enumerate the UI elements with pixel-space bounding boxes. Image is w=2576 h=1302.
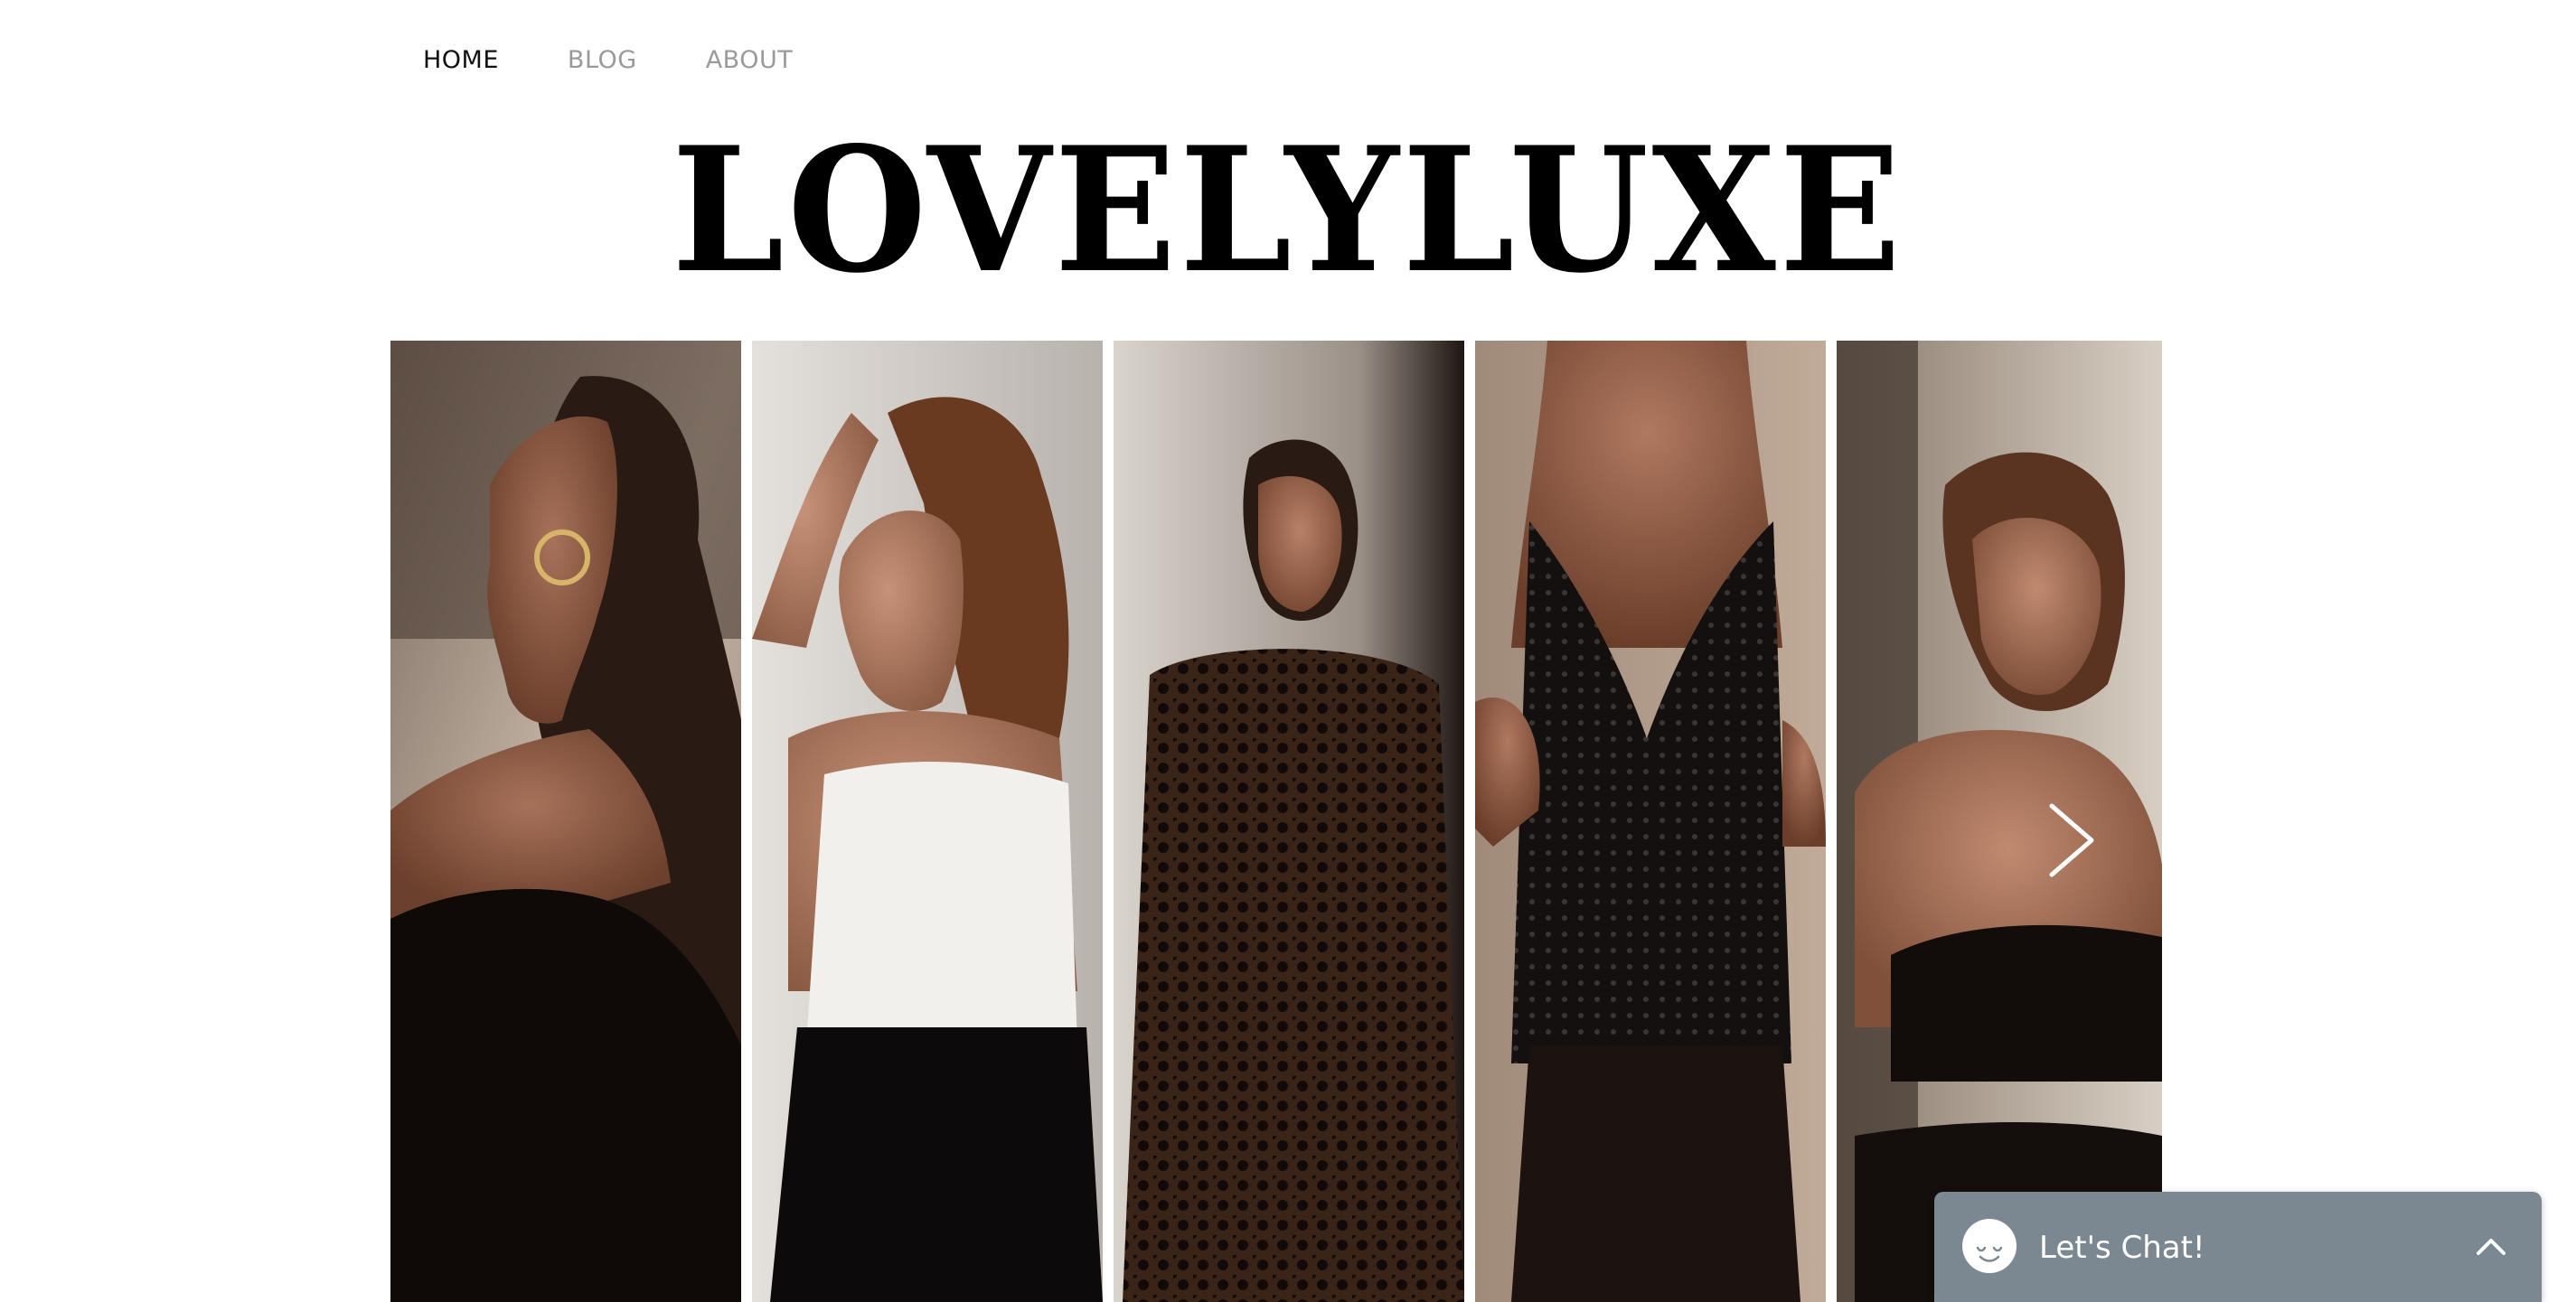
main-nav: HOME BLOG ABOUT bbox=[423, 42, 793, 78]
nav-home-link[interactable]: HOME bbox=[423, 46, 499, 74]
photo-gallery bbox=[390, 341, 2162, 1302]
gallery-photo-1[interactable] bbox=[390, 341, 741, 1302]
chat-smile-icon bbox=[1962, 1219, 2017, 1273]
gallery-photo-2[interactable] bbox=[752, 341, 1103, 1302]
chevron-right-icon[interactable] bbox=[2045, 802, 2099, 878]
chat-label: Let's Chat! bbox=[2039, 1230, 2205, 1266]
gallery-photo-3[interactable] bbox=[1114, 341, 1464, 1302]
nav-about-link[interactable]: ABOUT bbox=[706, 46, 794, 74]
chevron-up-icon[interactable] bbox=[2473, 1228, 2509, 1264]
chat-widget[interactable]: Let's Chat! bbox=[1934, 1192, 2542, 1302]
nav-blog-link[interactable]: BLOG bbox=[568, 46, 637, 74]
gallery-photo-5[interactable] bbox=[1837, 341, 2162, 1302]
site-logo[interactable]: LOVELYLUXE bbox=[90, 116, 2487, 305]
gallery-photo-4[interactable] bbox=[1475, 341, 1826, 1302]
